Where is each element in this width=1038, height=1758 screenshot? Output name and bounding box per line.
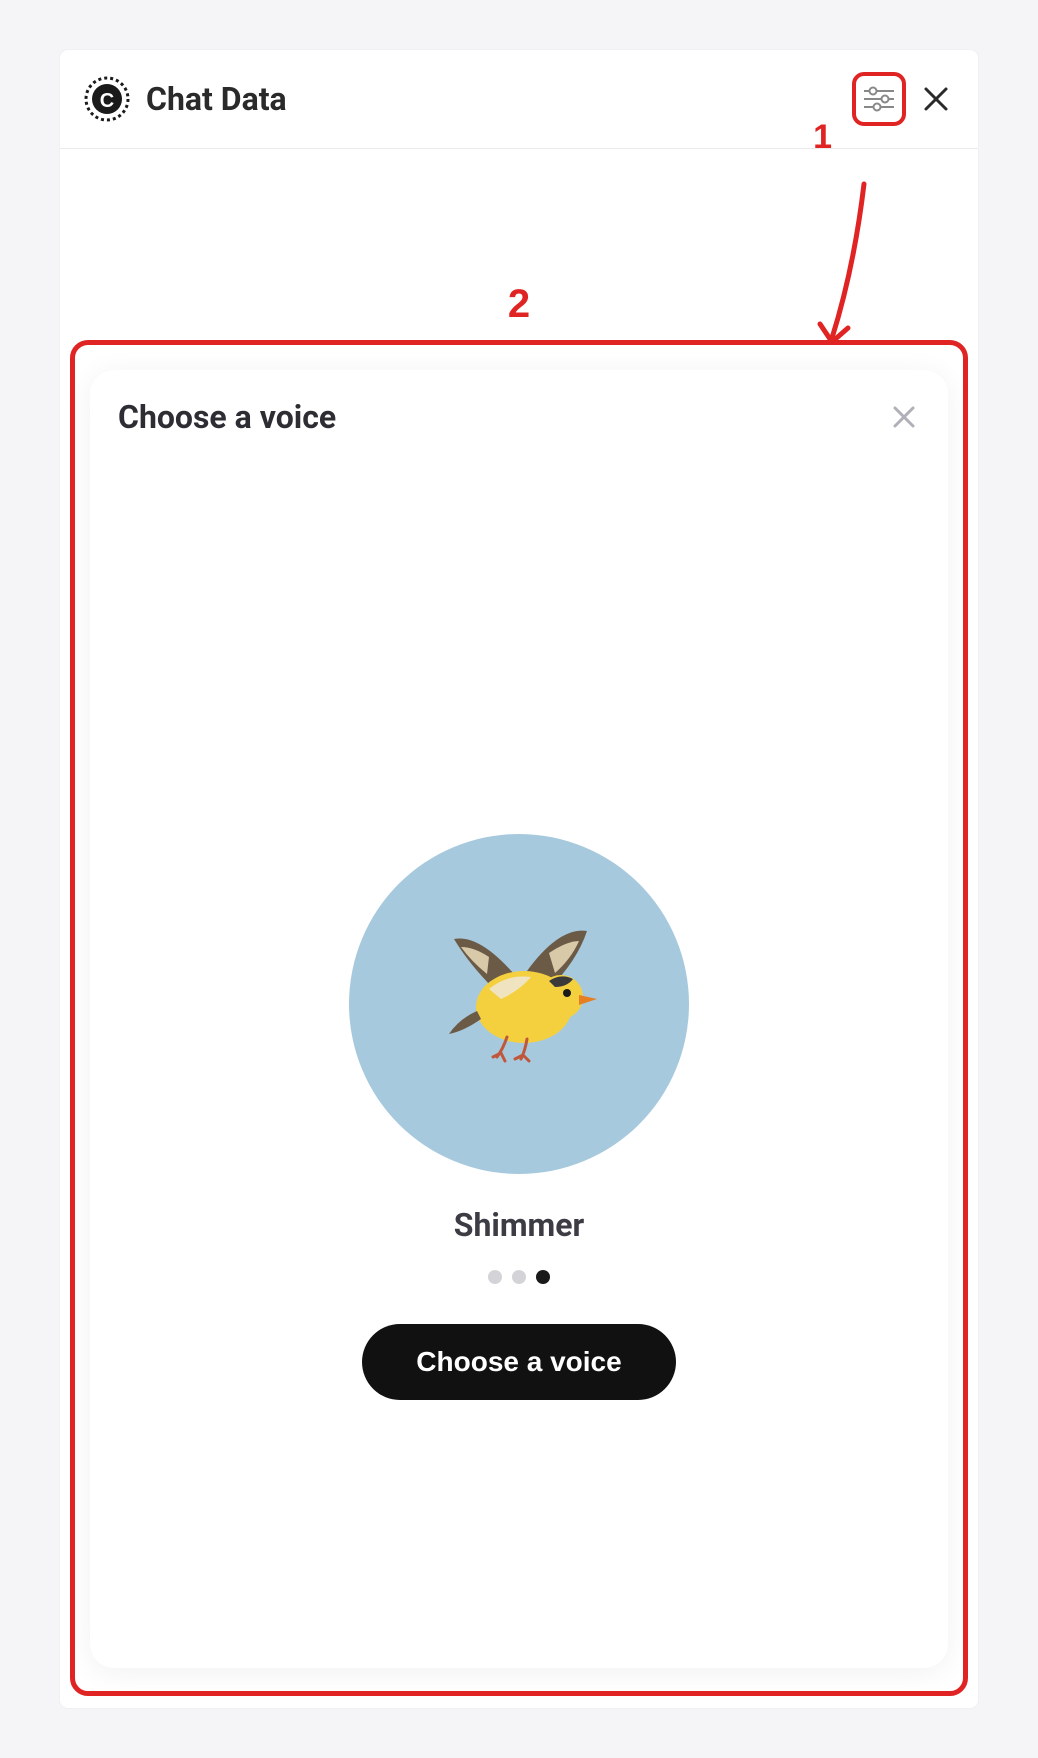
app-title: Chat Data: [146, 80, 852, 118]
logo-c-icon: C: [84, 76, 130, 122]
header: C Chat Data: [60, 50, 978, 149]
annotation-arrow-icon: [806, 178, 886, 358]
close-card-button[interactable]: [888, 401, 920, 433]
header-actions: [852, 72, 954, 126]
choose-voice-button[interactable]: Choose a voice: [362, 1324, 675, 1400]
pagination-dot-0[interactable]: [488, 1270, 502, 1284]
close-panel-button[interactable]: [918, 81, 954, 117]
card-title: Choose a voice: [118, 398, 336, 436]
annotation-label-1: 1: [813, 118, 832, 157]
svg-text:C: C: [100, 90, 114, 112]
voice-avatar[interactable]: [349, 834, 689, 1174]
close-icon: [922, 85, 950, 113]
pagination-dot-2[interactable]: [536, 1270, 550, 1284]
card-header: Choose a voice: [118, 398, 920, 436]
bird-icon: [419, 919, 619, 1089]
annotation-label-2: 2: [508, 282, 530, 327]
voice-name-label: Shimmer: [454, 1206, 585, 1244]
chat-panel: C Chat Data 1: [60, 50, 978, 1708]
choose-voice-card: Choose a voice: [90, 370, 948, 1668]
settings-button[interactable]: [852, 72, 906, 126]
pagination-dot-1[interactable]: [512, 1270, 526, 1284]
pagination-dots: [488, 1270, 550, 1284]
close-icon: [891, 404, 917, 430]
card-body: Shimmer Choose a voice: [118, 436, 920, 1628]
app-logo: C: [84, 76, 130, 122]
settings-sliders-icon: [861, 85, 897, 113]
